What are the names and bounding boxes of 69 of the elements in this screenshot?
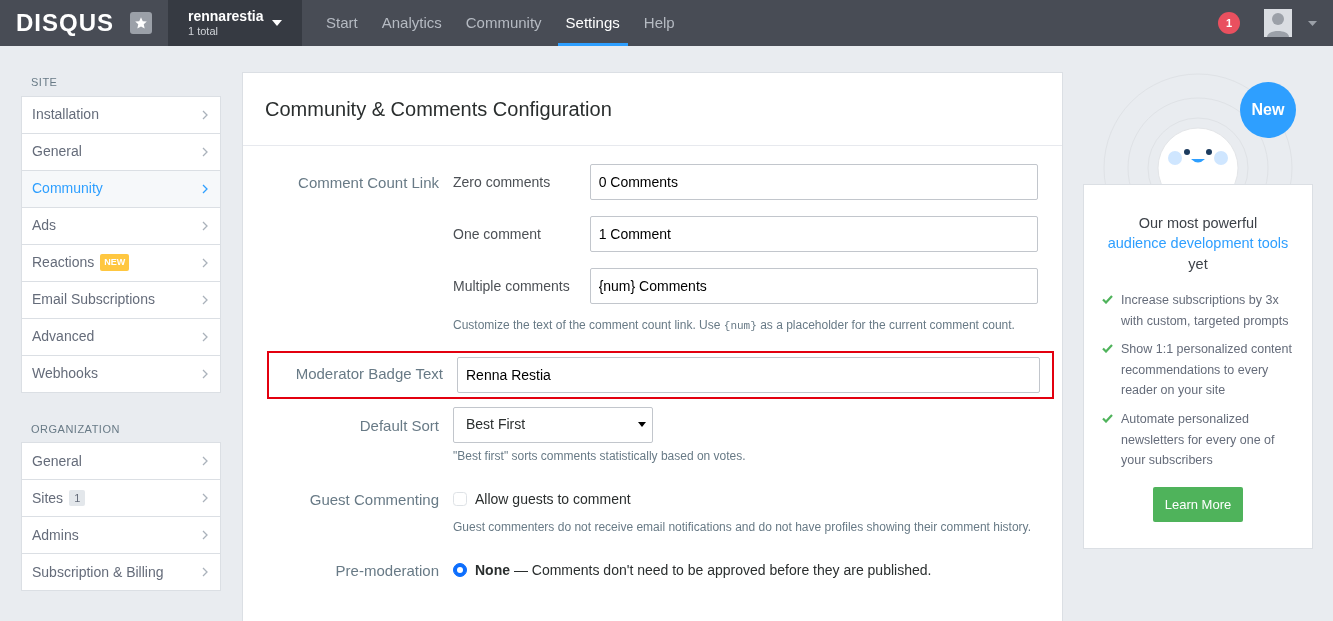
feature-text: Automate personalized newsletters for every one of your subscribers — [1121, 411, 1276, 470]
feature-text: Show 1:1 personalized content recommendations to every reader on your site — [1121, 341, 1293, 400]
help-text: Customize the text of the comment count link. Use {num} as a placeholder for the current comment count. — [453, 317, 1016, 334]
chevron-icon — [202, 109, 208, 120]
checkbox-label: Allow guests to comment — [475, 489, 631, 509]
notification-badge[interactable]: 1 — [1218, 12, 1240, 34]
field-label: Default Sort — [358, 415, 440, 436]
field-label: Multiple comments — [453, 276, 571, 296]
input-field[interactable]: Renna Restia — [457, 356, 1040, 393]
promo-link[interactable]: audience development tools — [1107, 235, 1289, 252]
input-field[interactable]: {num} Comments — [589, 268, 1038, 304]
field-label: Pre-moderation — [334, 560, 440, 581]
caret-icon — [638, 422, 646, 427]
chevron-icon — [202, 331, 208, 342]
radio-button[interactable] — [453, 563, 467, 577]
field-label: Guest Commenting — [308, 489, 440, 510]
sidebar-item[interactable]: Advanced — [21, 317, 221, 356]
input-field[interactable]: 1 Comment — [589, 216, 1038, 252]
new-bubble: New — [1240, 82, 1296, 138]
count-tag: 1 — [69, 489, 86, 507]
help-text: Guest commenters do not receive email notifications and do not have profiles showing their comment history. — [453, 518, 1033, 536]
field-label: Comment Count Link — [297, 173, 440, 193]
check-icon — [1102, 294, 1113, 304]
chevron-icon — [202, 567, 208, 577]
chevron-icon — [202, 257, 208, 268]
feature-text: Increase subscriptions by 3x with custom, targeted prompts — [1121, 291, 1290, 330]
sidebar-item[interactable]: Sites 1 — [21, 479, 221, 517]
field-label: One comment — [453, 224, 542, 244]
sidebar-item[interactable]: Email Subscriptions — [21, 280, 221, 319]
caret-icon — [272, 20, 282, 26]
sidebar-item[interactable]: General — [21, 132, 221, 171]
check-icon — [1102, 414, 1113, 423]
nav-tab[interactable]: Settings — [557, 0, 628, 46]
new-tag: NEW — [100, 253, 130, 272]
radio-label: None — Comments don't need to be approved before they are published. — [475, 560, 932, 580]
nav-tab[interactable]: Analytics — [373, 0, 450, 46]
field-label: Moderator Badge Text — [294, 364, 444, 385]
input-field[interactable]: 0 Comments — [589, 164, 1038, 200]
sidebar-item[interactable]: Subscription & Billing — [21, 553, 221, 591]
chevron-icon — [202, 530, 208, 540]
nav-tab[interactable]: Start — [318, 0, 366, 46]
check-icon — [1102, 344, 1113, 354]
chevron-icon — [202, 183, 208, 194]
nav-tab[interactable]: Help — [635, 0, 683, 46]
chevron-icon — [202, 294, 208, 305]
sidebar-item[interactable]: Reactions NEW — [21, 243, 221, 282]
site-selector[interactable]: rennarestia 1 total — [168, 0, 302, 46]
promo-heading: Our most powerful audience development tools yet — [1106, 214, 1290, 274]
checkbox[interactable] — [453, 492, 467, 506]
sidebar-item[interactable]: General — [21, 442, 221, 480]
chevron-icon — [202, 456, 208, 466]
chevron-icon — [202, 220, 208, 231]
help-text: "Best first" sorts comments statistically based on votes. — [453, 447, 747, 465]
avatar-icon[interactable] — [1264, 9, 1292, 37]
sidebar-item[interactable]: Webhooks — [21, 354, 221, 393]
sidebar-item[interactable]: Ads — [21, 206, 221, 245]
caret-icon — [1308, 20, 1317, 26]
sidebar-item[interactable]: Installation — [21, 95, 221, 134]
field-label: Zero comments — [453, 172, 552, 192]
section-heading: ORGANIZATION — [31, 421, 121, 437]
chevron-icon — [202, 368, 208, 379]
nav-tab[interactable]: Community — [457, 0, 550, 46]
sidebar-item[interactable]: Admins — [21, 516, 221, 554]
chevron-icon — [202, 493, 208, 503]
logo[interactable]: DISQUS — [0, 5, 130, 41]
chevron-icon — [202, 146, 208, 157]
sort-dropdown[interactable]: Best First — [453, 406, 653, 443]
section-heading: SITE — [31, 75, 59, 90]
page-title: Community & Comments Configuration — [243, 73, 1062, 146]
